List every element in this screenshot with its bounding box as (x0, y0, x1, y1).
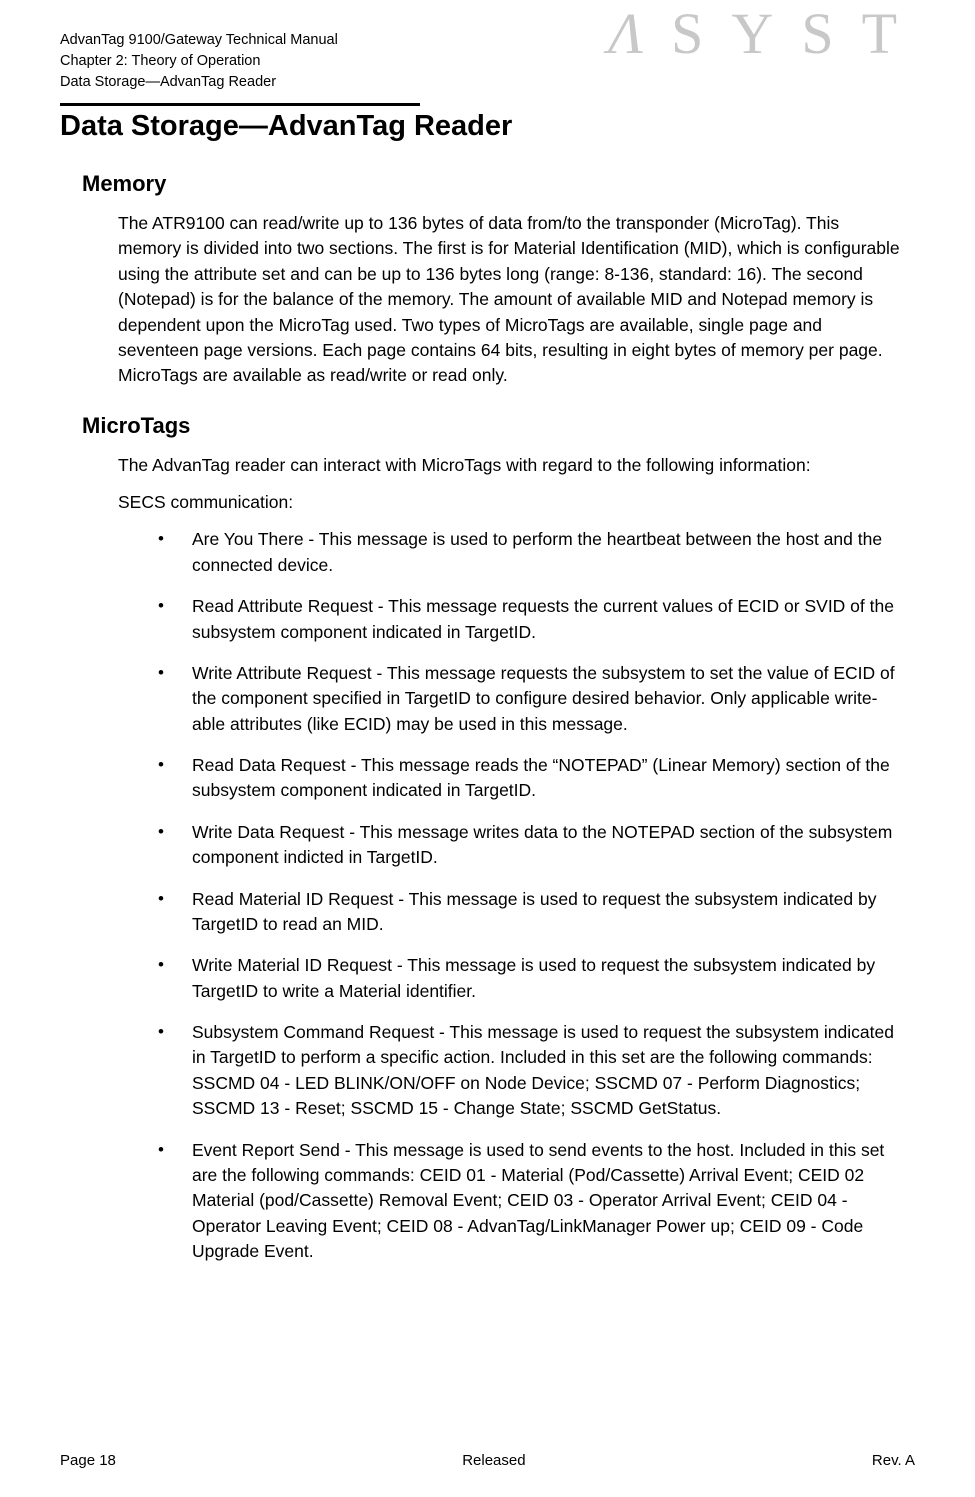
microtags-intro: The AdvanTag reader can interact with Mi… (118, 453, 905, 478)
subsection-memory-title: Memory (82, 171, 915, 197)
secs-communication-list: Are You There - This message is used to … (158, 527, 905, 1264)
subsection-microtags-title: MicroTags (82, 413, 915, 439)
list-item: Are You There - This message is used to … (158, 527, 905, 578)
list-item: Read Attribute Request - This message re… (158, 594, 905, 645)
memory-body: The ATR9100 can read/write up to 136 byt… (118, 211, 905, 389)
header-topic: Data Storage—AdvanTag Reader (60, 72, 338, 93)
page-footer: Page 18 Released Rev. A (60, 1452, 915, 1469)
list-item: Event Report Send - This message is used… (158, 1138, 905, 1265)
footer-status: Released (462, 1452, 525, 1469)
list-item: Write Data Request - This message writes… (158, 820, 905, 871)
header-chapter: Chapter 2: Theory of Operation (60, 51, 338, 72)
footer-revision: Rev. A (872, 1452, 915, 1469)
secs-label: SECS communication: (118, 490, 905, 515)
footer-page-number: Page 18 (60, 1452, 116, 1469)
page-header: AdvanTag 9100/Gateway Technical Manual C… (60, 30, 915, 93)
list-item: Read Data Request - This message reads t… (158, 753, 905, 804)
list-item: Subsystem Command Request - This message… (158, 1020, 905, 1122)
section-title: Data Storage—AdvanTag Reader (60, 110, 915, 143)
list-item: Write Material ID Request - This message… (158, 953, 905, 1004)
brand-logo: ΛSYST (608, 1, 925, 66)
list-item: Write Attribute Request - This message r… (158, 661, 905, 737)
header-logo-wrap: ΛSYST (608, 0, 925, 67)
header-manual-title: AdvanTag 9100/Gateway Technical Manual (60, 30, 338, 51)
header-left-block: AdvanTag 9100/Gateway Technical Manual C… (60, 30, 338, 93)
list-item: Read Material ID Request - This message … (158, 887, 905, 938)
section-divider (60, 103, 420, 106)
